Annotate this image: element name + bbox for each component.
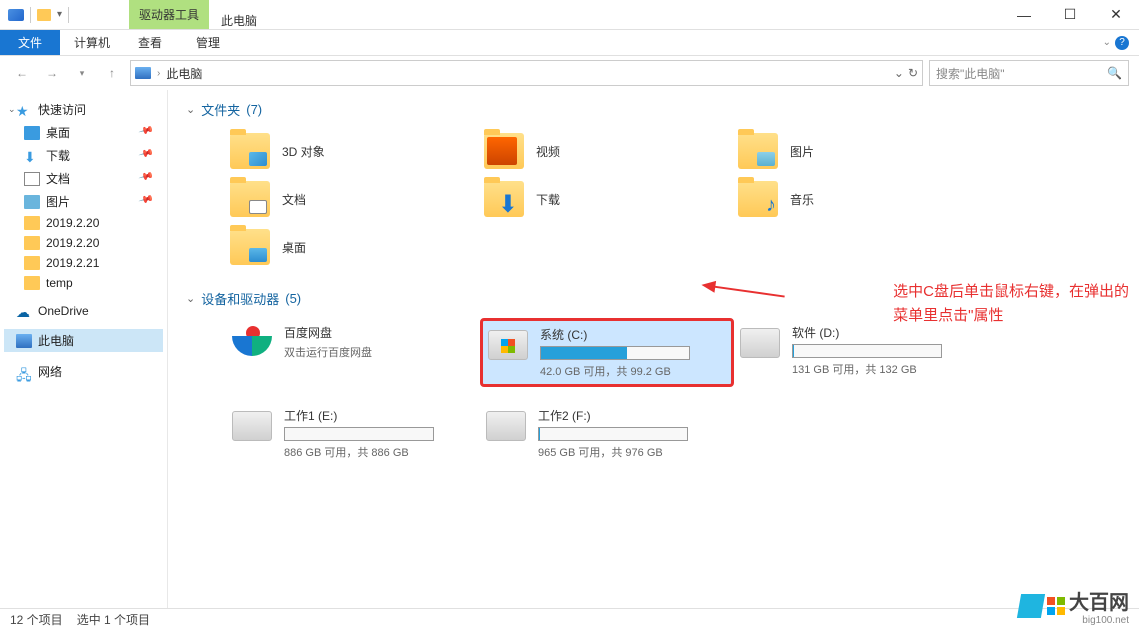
sidebar-pictures[interactable]: 图片📌 [4,190,163,213]
sidebar-folder-temp[interactable]: temp [4,273,163,293]
drive-e[interactable]: 工作1 (E:) 886 GB 可用，共 886 GB [226,401,480,466]
help-icon[interactable]: ? [1115,36,1129,50]
sidebar-desktop[interactable]: 桌面📌 [4,121,163,144]
collapse-icon[interactable]: ⌄ [186,103,195,116]
status-bar: 12 个项目 选中 1 个项目 [0,608,1139,630]
search-input[interactable]: 搜索"此电脑" 🔍 [929,60,1129,86]
folder-videos[interactable]: 视频 [480,129,734,173]
sidebar-network[interactable]: 🖧网络 [4,360,163,383]
drive-icon [232,411,272,441]
drive-usage-bar [538,427,688,441]
devices-section-header[interactable]: ⌄ 设备和驱动器 (5) [186,289,1121,308]
sidebar-quick-access[interactable]: ⌄★快速访问 [4,98,163,121]
folder-pictures[interactable]: 图片 [734,129,988,173]
maximize-button[interactable]: ☐ [1047,0,1093,30]
breadcrumb-dropdown-icon[interactable]: ⌄ [894,66,904,80]
status-items: 12 个项目 [10,611,63,628]
folder-downloads[interactable]: ⬇下载 [480,177,734,221]
close-button[interactable]: ✕ [1093,0,1139,30]
folder-documents[interactable]: 文档 [226,177,480,221]
app-icon [8,9,24,21]
content-area: ⌄ 文件夹 (7) 3D 对象 视频 图片 文档 ⬇下载 ♪音乐 桌面 ⌄ 设备… [168,90,1139,608]
folder-desktop[interactable]: 桌面 [226,225,480,269]
computer-tab[interactable]: 计算机 [60,30,124,55]
drive-usage-bar [284,427,434,441]
drive-usage-bar [540,346,690,360]
drive-icon [740,328,780,358]
file-tab[interactable]: 文件 [0,30,60,55]
drive-icon [488,330,528,360]
title-bar: ▾ 驱动器工具 此电脑 — ☐ ✕ [0,0,1139,30]
sidebar-thispc[interactable]: 此电脑 [4,329,163,352]
drive-icon [486,411,526,441]
watermark: 大百网 big100.net [1019,586,1129,626]
sidebar-folder-3[interactable]: 2019.2.21 [4,253,163,273]
sidebar-documents[interactable]: 文档📌 [4,167,163,190]
pc-icon [135,67,151,79]
sidebar-folder-1[interactable]: 2019.2.20 [4,213,163,233]
baidu-icon [232,324,272,360]
forward-button[interactable]: → [40,61,64,85]
sidebar-folder-2[interactable]: 2019.2.20 [4,233,163,253]
qat-dropdown-icon[interactable]: ▾ [57,9,62,20]
manage-tab[interactable]: 管理 [182,30,234,55]
refresh-icon[interactable]: ↻ [908,66,918,80]
up-button[interactable]: ↑ [100,61,124,85]
address-field[interactable]: › 此电脑 ⌄ ↻ [130,60,923,86]
status-selected: 选中 1 个项目 [77,611,150,628]
collapse-icon[interactable]: ⌄ [186,292,195,305]
search-icon[interactable]: 🔍 [1107,66,1122,80]
drive-usage-bar [792,344,942,358]
drive-d[interactable]: 软件 (D:) 131 GB 可用，共 132 GB [734,318,988,387]
sidebar-downloads[interactable]: ⬇下载📌 [4,144,163,167]
minimize-button[interactable]: — [1001,0,1047,30]
context-tab-drivetools[interactable]: 驱动器工具 [129,0,209,29]
back-button[interactable]: ← [10,61,34,85]
drive-c[interactable]: 系统 (C:) 42.0 GB 可用，共 99.2 GB [480,318,734,387]
recent-dropdown-icon[interactable]: ▾ [70,61,94,85]
folder-3d-objects[interactable]: 3D 对象 [226,129,480,173]
qat-folder-icon[interactable] [37,9,51,21]
window-title: 此电脑 [209,12,257,29]
sidebar-onedrive[interactable]: ☁OneDrive [4,301,163,321]
address-bar: ← → ▾ ↑ › 此电脑 ⌄ ↻ 搜索"此电脑" 🔍 [0,56,1139,90]
ribbon: 文件 计算机 查看 管理 ⌄ ? [0,30,1139,56]
breadcrumb-thispc[interactable]: 此电脑 [166,65,202,82]
breadcrumb-sep-icon: › [157,68,160,79]
expand-ribbon-icon[interactable]: ⌄ [1103,37,1111,48]
drive-f[interactable]: 工作2 (F:) 965 GB 可用，共 976 GB [480,401,734,466]
folders-section-header[interactable]: ⌄ 文件夹 (7) [186,100,1121,119]
folder-music[interactable]: ♪音乐 [734,177,988,221]
view-tab[interactable]: 查看 [124,30,176,55]
drive-baidu[interactable]: 百度网盘 双击运行百度网盘 [226,318,480,387]
search-placeholder: 搜索"此电脑" [936,65,1005,82]
navigation-pane: ⌄★快速访问 桌面📌 ⬇下载📌 文档📌 图片📌 2019.2.20 2019.2… [0,90,168,608]
